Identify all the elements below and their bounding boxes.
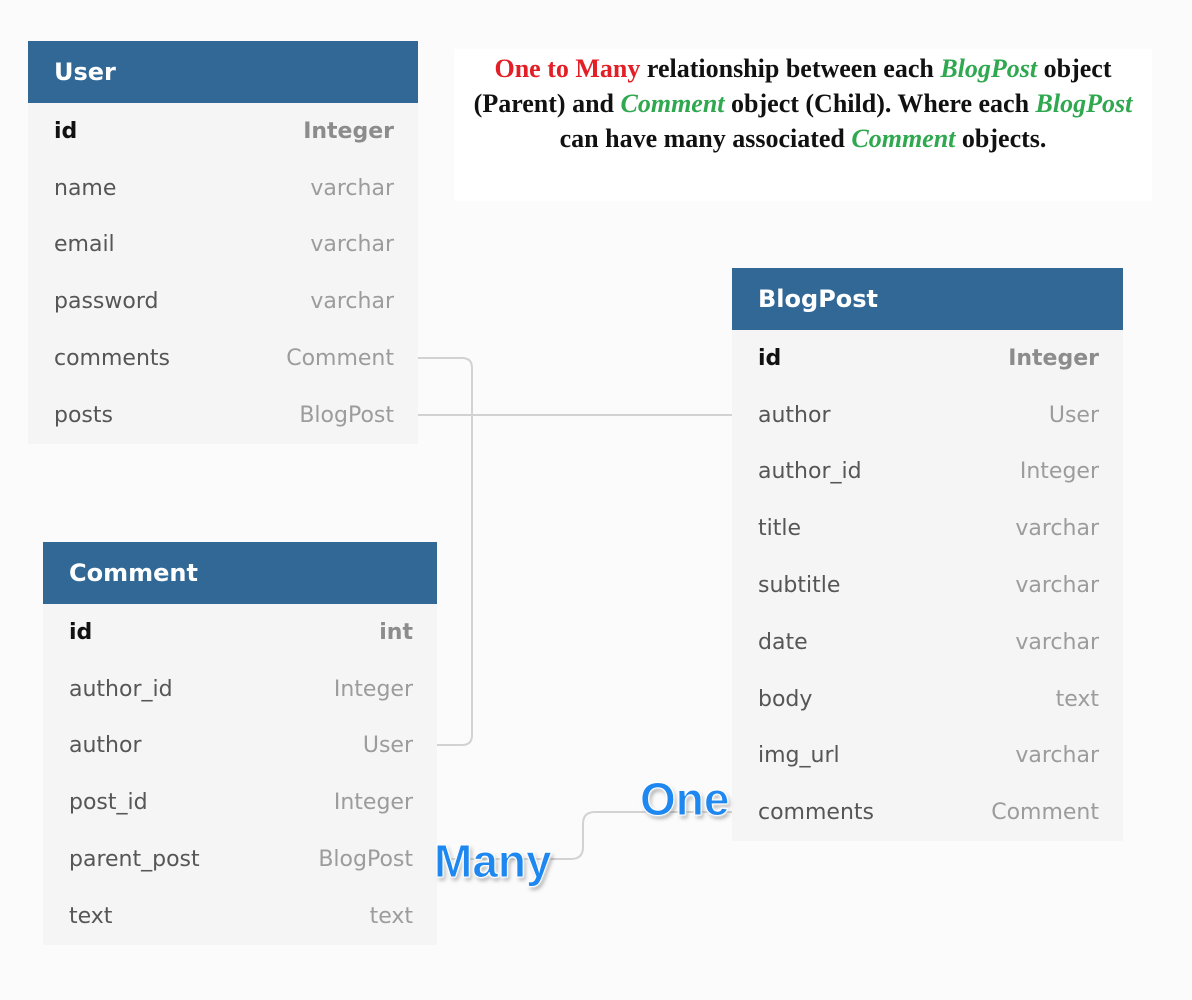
field-name: post_id <box>69 790 148 816</box>
field-type: varchar <box>310 232 394 258</box>
comment-table: Comment id int author_id Integer author … <box>43 542 437 945</box>
field-name: img_url <box>758 743 840 769</box>
comment-table-title: Comment <box>43 542 437 604</box>
field-name: id <box>758 345 782 371</box>
user-field-name: name varchar <box>28 160 418 217</box>
field-type: int <box>379 619 413 645</box>
note-blogpost: BlogPost <box>1035 89 1133 118</box>
comment-field-author-id: author_id Integer <box>43 661 437 718</box>
user-field-password: password varchar <box>28 273 418 330</box>
user-field-id: id Integer <box>28 103 418 160</box>
comment-field-text: text text <box>43 888 437 945</box>
field-type: Integer <box>333 790 413 816</box>
field-name: author_id <box>758 459 862 485</box>
field-name: id <box>69 619 93 645</box>
field-type: Comment <box>991 800 1099 826</box>
comment-field-id: id int <box>43 604 437 661</box>
field-type: Integer <box>1008 345 1099 371</box>
field-name: parent_post <box>69 847 200 873</box>
blogpost-field-img-url: img_url varchar <box>732 728 1123 785</box>
field-name: date <box>758 629 808 655</box>
field-type: varchar <box>1015 743 1099 769</box>
field-name: id <box>54 118 78 144</box>
field-type: text <box>369 903 413 929</box>
cardinality-one-label: One <box>639 773 730 826</box>
field-type: Integer <box>303 118 394 144</box>
user-field-posts: posts BlogPost <box>28 387 418 444</box>
note-text: relationship between each <box>640 54 941 83</box>
cardinality-many-label: Many <box>434 835 553 888</box>
field-type: Integer <box>333 676 413 702</box>
field-type: varchar <box>1015 573 1099 599</box>
field-type: varchar <box>1015 629 1099 655</box>
blogpost-field-id: id Integer <box>732 330 1123 387</box>
field-name: author_id <box>69 676 173 702</box>
user-table-title: User <box>28 41 418 103</box>
blogpost-field-title: title varchar <box>732 500 1123 557</box>
blogpost-table: BlogPost id Integer author User author_i… <box>732 268 1123 842</box>
field-name: email <box>54 232 115 258</box>
note-blogpost: BlogPost <box>940 54 1038 83</box>
field-name: name <box>54 175 117 201</box>
field-type: varchar <box>310 289 394 315</box>
user-field-comments: comments Comment <box>28 330 418 387</box>
note-text: can have many associated <box>559 124 852 153</box>
note-comment: Comment <box>851 124 956 153</box>
blogpost-field-body: body text <box>732 671 1123 728</box>
blogpost-field-author-id: author_id Integer <box>732 444 1123 501</box>
field-name: body <box>758 686 813 712</box>
field-name: password <box>54 289 159 315</box>
blogpost-field-date: date varchar <box>732 614 1123 671</box>
field-type: Integer <box>1019 459 1099 485</box>
field-name: comments <box>54 346 170 372</box>
field-type: Comment <box>286 346 394 372</box>
field-name: subtitle <box>758 573 841 599</box>
comment-field-post-id: post_id Integer <box>43 774 437 831</box>
field-type: User <box>362 733 413 759</box>
user-table: User id Integer name varchar email varch… <box>28 41 418 444</box>
field-name: author <box>758 402 831 428</box>
note-text: objects. <box>955 124 1047 153</box>
note-text: object (Child). Where each <box>724 89 1036 118</box>
field-name: posts <box>54 402 113 428</box>
field-name: comments <box>758 800 874 826</box>
note-one-to-many: One to Many <box>494 54 641 83</box>
field-type: BlogPost <box>299 402 394 428</box>
field-name: title <box>758 516 802 542</box>
blogpost-field-author: author User <box>732 387 1123 444</box>
field-type: varchar <box>310 175 394 201</box>
field-type: text <box>1055 686 1099 712</box>
comment-field-author: author User <box>43 718 437 775</box>
comment-field-parent-post: parent_post BlogPost <box>43 831 437 888</box>
relationship-note: One to Many relationship between each Bl… <box>454 49 1152 201</box>
note-comment: Comment <box>620 89 725 118</box>
field-name: author <box>69 733 142 759</box>
blogpost-field-comments: comments Comment <box>732 784 1123 841</box>
user-field-email: email varchar <box>28 217 418 274</box>
field-name: text <box>69 903 113 929</box>
field-type: BlogPost <box>318 847 413 873</box>
field-type: varchar <box>1015 516 1099 542</box>
blogpost-field-subtitle: subtitle varchar <box>732 557 1123 614</box>
blogpost-table-title: BlogPost <box>732 268 1123 330</box>
field-type: User <box>1048 402 1099 428</box>
